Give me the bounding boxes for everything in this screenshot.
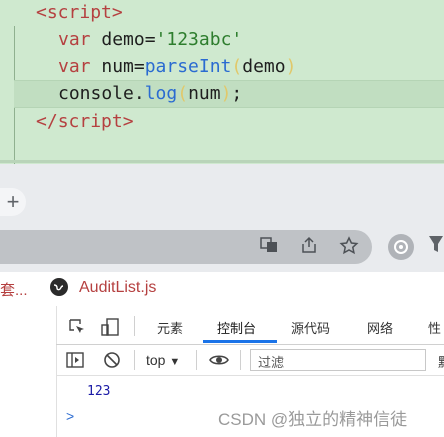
filter-placeholder: 过滤 [258,355,285,370]
tab-separator [134,316,135,336]
chevron-down-icon: ▼ [169,356,181,368]
code-line-close-script: </script> [36,111,134,132]
bookmark-item-auditlist[interactable]: AuditList.js [79,279,156,297]
watermark: CSDN @独立的精神信徒 [218,410,408,429]
inspect-element-icon[interactable] [68,318,86,340]
show-sidebar-icon[interactable] [66,351,84,373]
bookmark-item-1[interactable]: 套... [0,279,28,300]
device-toolbar-icon[interactable] [100,317,120,341]
extension-gear-icon[interactable] [388,234,414,260]
code-line-open-script: <script> [36,2,123,23]
live-expression-eye-icon[interactable] [209,351,229,373]
globe-icon [50,278,68,296]
toolbar-separator [134,350,135,370]
code-line-var-num: var num=parseInt(demo) [58,56,297,77]
tab-console[interactable]: 控制台 [217,318,256,337]
code-editor: <script> var demo='123abc' var num=parse… [0,0,444,164]
tab-elements[interactable]: 元素 [157,318,183,337]
context-selector[interactable]: top ▼ [146,352,180,368]
context-selector-label: top [146,352,166,368]
console-output-value: 123 [87,384,111,399]
code-line-var-demo: var demo='123abc' [58,29,243,50]
translate-icon[interactable] [258,236,280,258]
extension-filter-icon[interactable] [428,234,444,260]
tab-performance[interactable]: 性 [428,318,441,337]
default-levels-dropdown[interactable]: 默 [438,352,444,371]
editor-divider [0,160,444,163]
tab-network[interactable]: 网络 [367,318,393,337]
toolbar-separator-2 [196,350,197,370]
active-tab-indicator [203,340,277,343]
share-icon[interactable] [298,236,320,258]
tab-sources[interactable]: 源代码 [291,318,330,337]
clear-console-icon[interactable] [103,351,121,373]
bookmark-star-icon[interactable] [338,236,360,258]
code-line-console-log: console.log(num); [58,83,243,104]
toolbar-separator-3 [240,350,241,370]
console-prompt-icon[interactable]: > [66,408,74,424]
